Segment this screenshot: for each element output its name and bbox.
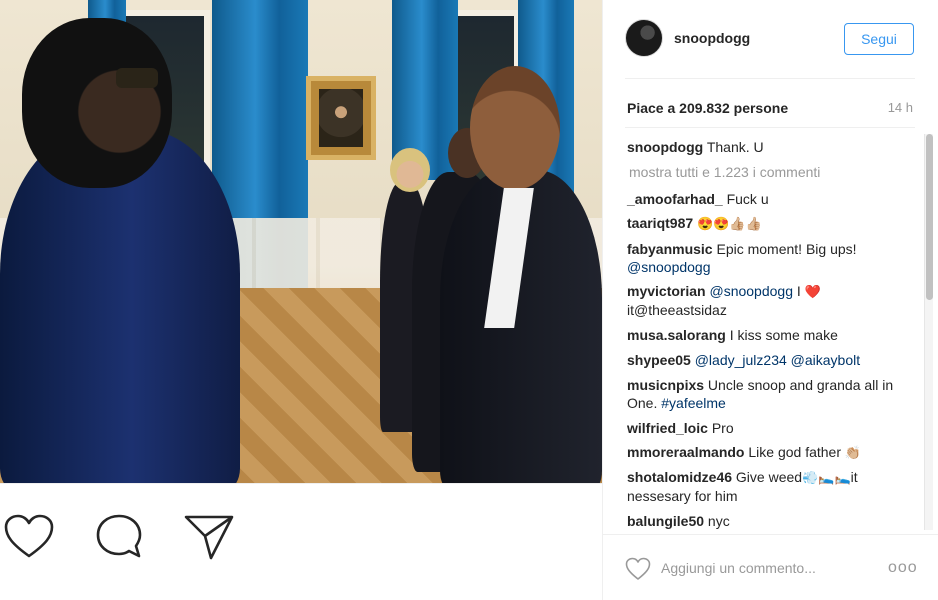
comment-username[interactable]: shotalomidze46 xyxy=(627,469,732,485)
follow-button[interactable]: Segui xyxy=(844,23,914,55)
comment-text: I kiss some make xyxy=(729,327,838,343)
heart-icon xyxy=(4,514,54,558)
caption-username[interactable]: snoopdogg xyxy=(627,139,703,155)
speech-bubble-icon xyxy=(96,514,142,558)
comment-mention[interactable]: @lady_julz234 xyxy=(695,352,787,368)
load-more-comments[interactable]: mostra tutti e 1.223 i commenti xyxy=(629,164,820,180)
emoji-icon: 💨🛌🏼🛌🏼 xyxy=(802,470,851,485)
comment-username[interactable]: musa.salorang xyxy=(627,327,726,343)
comment-username[interactable]: taariqt987 xyxy=(627,215,693,231)
list-item: fabyanmusic Epic moment! Big ups! @snoop… xyxy=(627,240,897,276)
add-comment-bar: ooo xyxy=(603,534,938,600)
comment-text: Like god father xyxy=(748,444,841,460)
photo-person-head xyxy=(22,18,172,188)
list-item: taariqt987 😍😍👍🏼👍🏼 xyxy=(627,214,897,233)
clap-emoji-icon: 👏🏼 xyxy=(844,445,862,460)
comment-text: I xyxy=(796,283,801,299)
comment-username[interactable]: musicnpixs xyxy=(627,377,704,393)
heart-icon[interactable] xyxy=(625,557,651,581)
comment-mention[interactable]: @snoopdogg xyxy=(627,259,711,275)
scrollbar-thumb[interactable] xyxy=(926,134,933,300)
comment-username[interactable]: balungile50 xyxy=(627,513,704,529)
comment-text: Epic moment! Big ups! xyxy=(716,241,857,257)
comment-username[interactable]: fabyanmusic xyxy=(627,241,713,257)
post-timestamp[interactable]: 14 h xyxy=(888,100,913,115)
photo-painting xyxy=(306,76,376,160)
comment-text: it@theeastsidaz xyxy=(627,302,727,318)
comment-text: Give weed xyxy=(735,469,803,485)
list-item: balungile50 nyc xyxy=(627,512,897,530)
comment-text: Pro xyxy=(711,420,734,436)
post-actions xyxy=(0,510,260,564)
comment-text: Fuck u xyxy=(726,191,769,207)
list-item: shotalomidze46 Give weed💨🛌🏼🛌🏼it nessesar… xyxy=(627,468,897,505)
list-item: musicnpixs Uncle snoop and granda all in… xyxy=(627,376,897,412)
comment-mention[interactable]: @aikaybolt xyxy=(791,352,860,368)
comment-mention[interactable]: @snoopdogg xyxy=(709,283,793,299)
comment-hashtag[interactable]: #yafeelme xyxy=(661,395,726,411)
avatar[interactable] xyxy=(625,19,663,57)
list-item: myvictorian @snoopdogg I ❤️ it@theeastsi… xyxy=(627,282,897,319)
comment-input[interactable] xyxy=(661,557,871,579)
comments-scrollbar[interactable] xyxy=(924,134,933,530)
ellipsis-icon[interactable]: ooo xyxy=(888,559,918,577)
photo-sunglasses xyxy=(116,68,158,88)
like-button[interactable] xyxy=(2,510,56,564)
photo-person-head xyxy=(390,148,430,192)
photo-person-head xyxy=(470,66,560,190)
post-photo[interactable] xyxy=(0,0,602,483)
list-item: wilfried_loic Pro xyxy=(627,419,897,437)
comment-username[interactable]: shypee05 xyxy=(627,352,691,368)
comment-username[interactable]: _amoofarhad_ xyxy=(627,191,723,207)
post-header: snoopdogg Segui xyxy=(603,0,938,78)
heart-emoji-icon: ❤️ xyxy=(804,284,821,299)
comments-list: snoopdogg Thank. U mostra tutti e 1.223 … xyxy=(603,132,925,532)
comment-username[interactable]: mmoreraalmando xyxy=(627,444,744,460)
comment-username[interactable]: wilfried_loic xyxy=(627,420,708,436)
likes-count[interactable]: Piace a 209.832 persone xyxy=(627,100,788,116)
post-username[interactable]: snoopdogg xyxy=(674,30,750,46)
comment-text: nyc xyxy=(707,513,730,529)
caption: snoopdogg Thank. U xyxy=(627,138,897,156)
caption-text: Thank. U xyxy=(706,139,764,155)
list-item: musa.salorang I kiss some make xyxy=(627,326,897,344)
likes-divider xyxy=(625,127,915,128)
header-divider xyxy=(625,78,915,79)
comment-button[interactable] xyxy=(92,510,146,564)
share-button[interactable] xyxy=(182,510,236,564)
paper-plane-icon xyxy=(184,515,234,560)
list-item: shypee05 @lady_julz234 @aikaybolt xyxy=(627,351,897,369)
list-item: _amoofarhad_ Fuck u xyxy=(627,190,897,208)
post-sidebar: snoopdogg Segui Piace a 209.832 persone … xyxy=(602,0,938,600)
list-item: mmoreraalmando Like god father 👏🏼 xyxy=(627,443,897,462)
emoji-icon: 😍😍👍🏼👍🏼 xyxy=(697,216,762,231)
comment-username[interactable]: myvictorian xyxy=(627,283,706,299)
